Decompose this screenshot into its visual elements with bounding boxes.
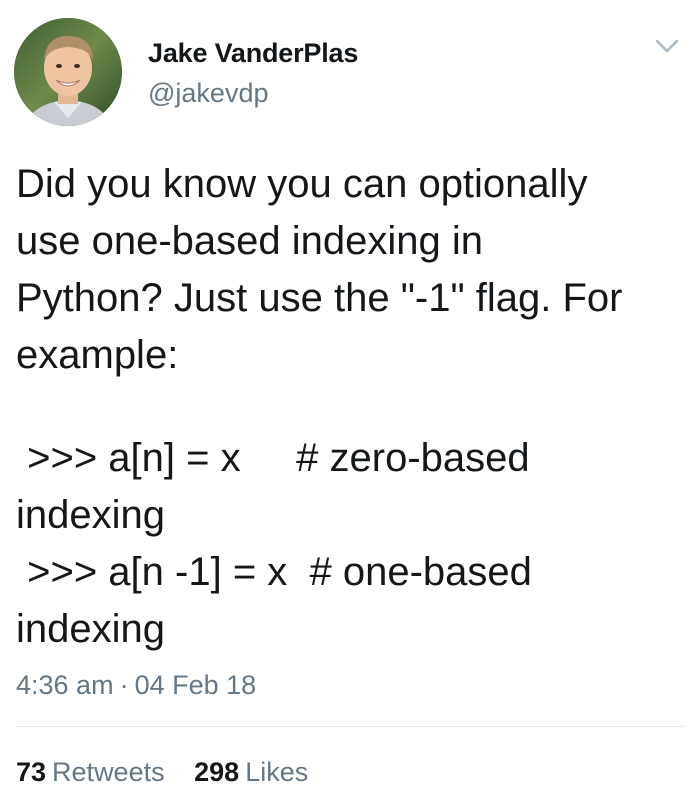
- retweets-label: Retweets: [52, 757, 165, 787]
- tweet-stats: 73 Retweets 298 Likes: [16, 755, 330, 789]
- separator-dot: ·: [119, 670, 129, 700]
- code-line-zero-based: >>> a[n] = x # zero-based: [16, 436, 530, 480]
- tweet-card: Jake VanderPlas @jakevdp Did you know yo…: [0, 0, 700, 807]
- display-name[interactable]: Jake VanderPlas: [148, 36, 358, 70]
- retweets-count: 73: [16, 757, 47, 787]
- code-line-wrap: indexing: [16, 607, 166, 651]
- avatar[interactable]: [14, 18, 122, 126]
- tweet-text-line: example:: [16, 333, 179, 377]
- retweets-stat[interactable]: 73 Retweets: [16, 755, 165, 789]
- tweet-timestamp[interactable]: 4:36 am · 04 Feb 18: [16, 668, 256, 702]
- code-line-one-based: >>> a[n -1] = x # one-based: [16, 550, 532, 594]
- likes-stat[interactable]: 298 Likes: [194, 755, 308, 789]
- tweet-text-line: Python? Just use the "-1" flag. For: [16, 276, 623, 320]
- tweet-text: Did you know you can optionally use one-…: [16, 156, 686, 384]
- user-handle[interactable]: @jakevdp: [148, 74, 358, 112]
- tweet-date: 04 Feb 18: [134, 670, 257, 700]
- profile-photo-icon: [14, 18, 122, 126]
- likes-label: Likes: [245, 757, 309, 787]
- code-example: >>> a[n] = x # zero-based indexing >>> a…: [16, 430, 686, 658]
- chevron-down-icon[interactable]: [654, 36, 680, 56]
- tweet-text-line: Did you know you can optionally: [16, 162, 588, 206]
- code-line-wrap: indexing: [16, 493, 166, 537]
- likes-count: 298: [194, 757, 240, 787]
- divider: [16, 726, 686, 727]
- author-block: Jake VanderPlas @jakevdp: [148, 36, 358, 112]
- tweet-text-line: use one-based indexing in: [16, 219, 484, 263]
- tweet-time: 4:36 am: [16, 670, 114, 700]
